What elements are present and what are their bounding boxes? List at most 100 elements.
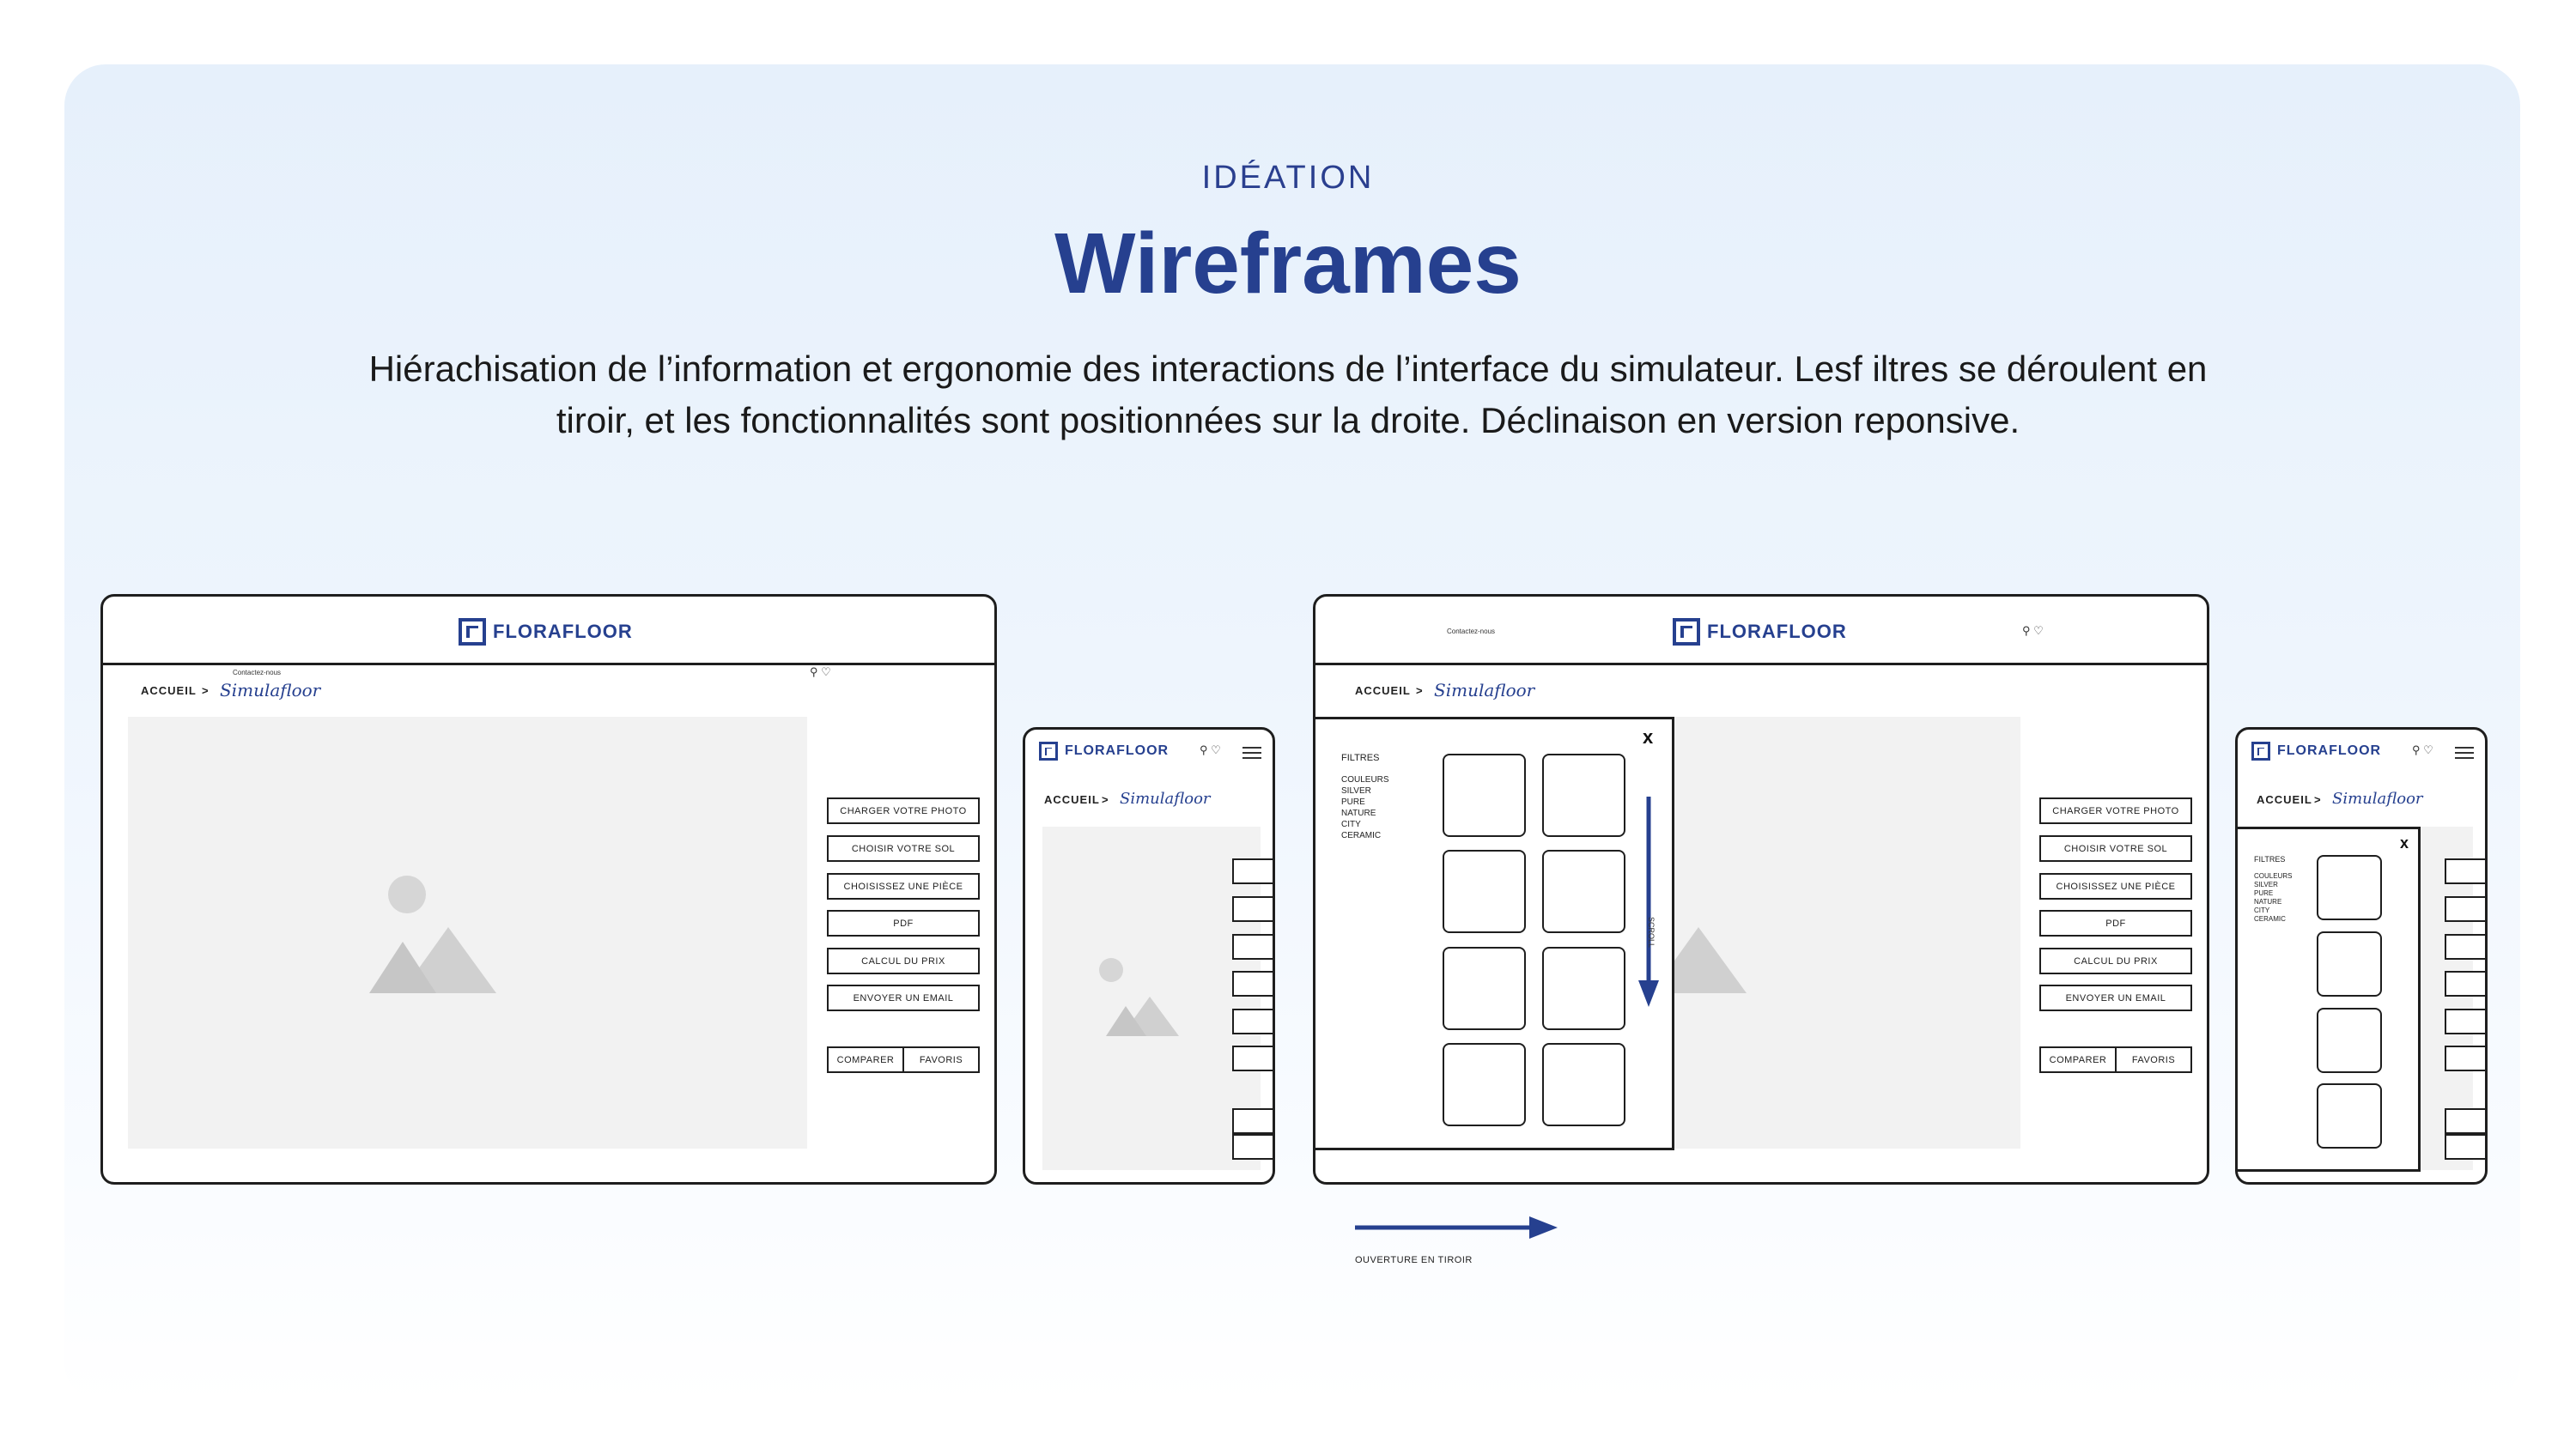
price-calc-button[interactable]: CALCUL DU PRIX: [827, 948, 980, 974]
action-tab[interactable]: [2445, 858, 2485, 884]
filter-item[interactable]: PURE: [1341, 797, 1389, 808]
filter-item[interactable]: PURE: [2254, 889, 2292, 898]
florafloor-logo-icon: [2251, 742, 2270, 761]
breadcrumb-home[interactable]: ACCUEIL: [1044, 793, 1100, 806]
florafloor-logo-icon: [1039, 742, 1058, 761]
floor-swatch[interactable]: [2317, 1083, 2382, 1149]
upload-photo-button[interactable]: CHARGER VOTRE PHOTO: [2039, 797, 2192, 824]
floor-swatch[interactable]: [1542, 754, 1625, 837]
simulafloor-logo: Simulafloor: [2332, 790, 2423, 808]
action-tab[interactable]: [1232, 1108, 1273, 1134]
floor-swatch[interactable]: [2317, 931, 2382, 997]
florafloor-logo: FLORAFLOOR: [2251, 742, 2381, 761]
close-icon[interactable]: x: [2400, 834, 2409, 852]
search-icon[interactable]: ⚲: [810, 665, 818, 678]
floor-swatch[interactable]: [1443, 1043, 1526, 1126]
floor-swatch[interactable]: [1443, 947, 1526, 1030]
action-tab[interactable]: [1232, 1009, 1273, 1034]
filter-item[interactable]: SILVER: [2254, 881, 2292, 889]
filter-item[interactable]: COULEURS: [2254, 872, 2292, 881]
search-icon[interactable]: ⚲: [2022, 624, 2031, 637]
filter-item[interactable]: CITY: [2254, 907, 2292, 915]
contact-link[interactable]: Contactez-nous: [1447, 628, 1495, 635]
send-email-button[interactable]: ENVOYER UN EMAIL: [827, 985, 980, 1011]
filter-item[interactable]: SILVER: [1341, 785, 1389, 797]
choose-room-button[interactable]: CHOISISSEZ UNE PIÈCE: [827, 873, 980, 900]
contact-link[interactable]: Contactez-nous: [233, 669, 281, 676]
florafloor-logo: FLORAFLOOR: [1673, 618, 1847, 646]
menu-icon[interactable]: [2455, 747, 2474, 759]
heart-icon[interactable]: ♡: [821, 665, 831, 678]
action-tab[interactable]: [1232, 934, 1273, 960]
florafloor-logo-icon: [459, 618, 486, 646]
scroll-arrow-icon: [1638, 797, 1659, 1007]
floor-swatch[interactable]: [1443, 850, 1526, 933]
pdf-button[interactable]: PDF: [2039, 910, 2192, 937]
choose-floor-button[interactable]: CHOISIR VOTRE SOL: [827, 835, 980, 862]
favorites-button[interactable]: FAVORIS: [902, 1046, 980, 1073]
filters-title: FILTRES: [2254, 855, 2286, 864]
action-tab[interactable]: [2445, 1046, 2485, 1071]
compare-button[interactable]: COMPARER: [827, 1046, 904, 1073]
breadcrumb-home[interactable]: ACCUEIL: [141, 684, 197, 697]
mobile-wireframe: FLORAFLOOR ⚲ ♡ ACCUEIL > Simulafloor: [1023, 727, 1275, 1185]
send-email-button[interactable]: ENVOYER UN EMAIL: [2039, 985, 2192, 1011]
florafloor-logo: FLORAFLOOR: [459, 618, 633, 646]
filter-item[interactable]: NATURE: [1341, 808, 1389, 819]
filter-item[interactable]: COULEURS: [1341, 774, 1389, 785]
action-tab[interactable]: [1232, 1134, 1273, 1160]
floor-swatch[interactable]: [2317, 855, 2382, 920]
simulafloor-logo: Simulafloor: [220, 680, 321, 700]
header-icons: ⚲ ♡: [2412, 743, 2433, 757]
action-tab[interactable]: [1232, 971, 1273, 997]
header-icons: ⚲ ♡: [810, 665, 831, 679]
filter-item[interactable]: CERAMIC: [1341, 830, 1389, 841]
floor-swatch[interactable]: [1542, 1043, 1625, 1126]
image-canvas[interactable]: [128, 717, 807, 1149]
action-tab[interactable]: [1232, 1046, 1273, 1071]
florafloor-logo-icon: [1673, 618, 1700, 646]
drawer-annotation: OUVERTURE EN TIROIR: [1355, 1255, 1473, 1265]
heart-icon[interactable]: ♡: [2423, 743, 2433, 756]
filter-list: COULEURS SILVER PURE NATURE CITY CERAMIC: [2254, 872, 2292, 924]
action-tab[interactable]: [2445, 971, 2485, 997]
price-calc-button[interactable]: CALCUL DU PRIX: [2039, 948, 2192, 974]
upload-photo-button[interactable]: CHARGER VOTRE PHOTO: [827, 797, 980, 824]
mobile-drawer-wireframe: FLORAFLOOR ⚲ ♡ ACCUEIL > Simulafloor x F…: [2235, 727, 2488, 1185]
compare-button[interactable]: COMPARER: [2039, 1046, 2117, 1073]
filter-drawer: x FILTRES COULEURS SILVER PURE NATURE CI…: [2238, 827, 2421, 1172]
action-tab[interactable]: [2445, 1108, 2485, 1134]
floor-swatch[interactable]: [2317, 1008, 2382, 1073]
heart-icon[interactable]: ♡: [2033, 624, 2044, 637]
action-tab[interactable]: [2445, 896, 2485, 922]
floor-swatch[interactable]: [1542, 850, 1625, 933]
pdf-button[interactable]: PDF: [827, 910, 980, 937]
action-tab[interactable]: [2445, 1134, 2485, 1160]
floor-swatch[interactable]: [1443, 754, 1526, 837]
breadcrumb-home[interactable]: ACCUEIL: [1355, 684, 1411, 697]
choose-floor-button[interactable]: CHOISIR VOTRE SOL: [2039, 835, 2192, 862]
image-placeholder-icon: [1099, 958, 1179, 1036]
desktop-wireframe: FLORAFLOOR Contactez-nous ⚲ ♡ ACCUEIL > …: [100, 594, 997, 1185]
search-icon[interactable]: ⚲: [1200, 743, 1208, 756]
search-icon[interactable]: ⚲: [2412, 743, 2421, 756]
close-icon[interactable]: x: [1643, 726, 1653, 749]
heart-icon[interactable]: ♡: [1211, 743, 1221, 756]
page-title: Wireframes: [1054, 215, 1522, 312]
filter-item[interactable]: CITY: [1341, 819, 1389, 830]
floor-swatch[interactable]: [1542, 947, 1625, 1030]
choose-room-button[interactable]: CHOISISSEZ UNE PIÈCE: [2039, 873, 2192, 900]
action-tab[interactable]: [2445, 934, 2485, 960]
simulafloor-logo: Simulafloor: [1120, 790, 1211, 808]
action-tab[interactable]: [1232, 858, 1273, 884]
page-description: Hiérachisation de l’information et ergon…: [368, 349, 2208, 440]
filter-item[interactable]: NATURE: [2254, 898, 2292, 907]
breadcrumb-home[interactable]: ACCUEIL: [2257, 793, 2312, 806]
action-tab[interactable]: [2445, 1009, 2485, 1034]
favorites-button[interactable]: FAVORIS: [2115, 1046, 2192, 1073]
filter-item[interactable]: CERAMIC: [2254, 915, 2292, 924]
image-canvas[interactable]: [1042, 827, 1261, 1170]
action-tab[interactable]: [1232, 896, 1273, 922]
menu-icon[interactable]: [1242, 747, 1261, 759]
header-icons: ⚲ ♡: [2022, 624, 2044, 638]
